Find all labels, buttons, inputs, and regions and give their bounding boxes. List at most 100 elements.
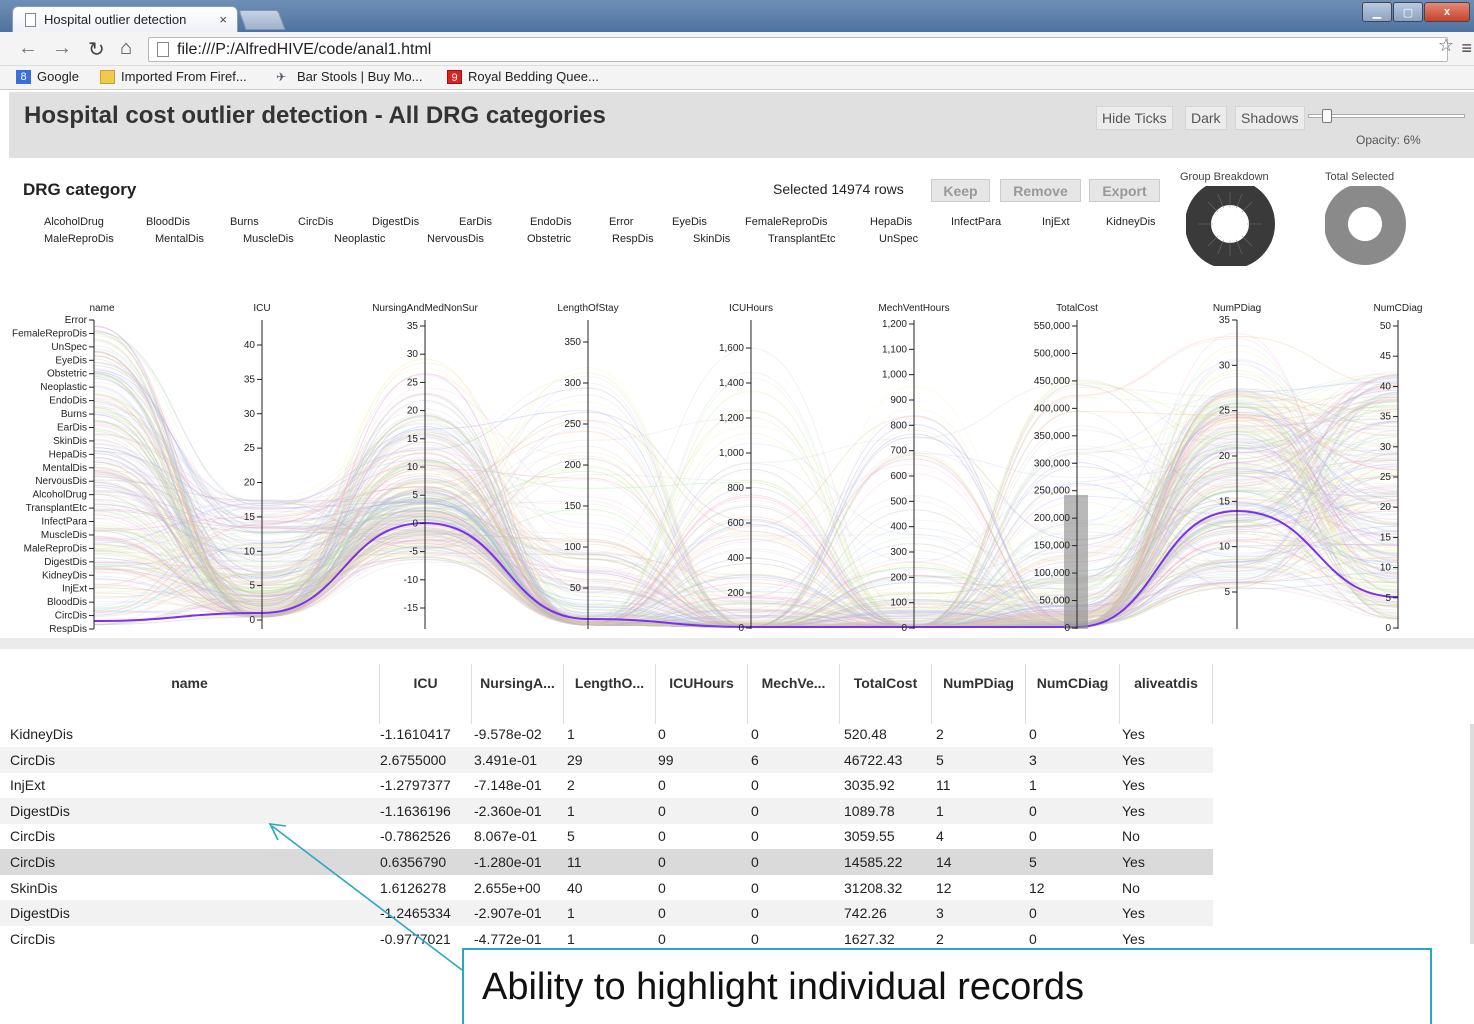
table-cell: 0 xyxy=(1029,802,1037,819)
vertical-scrollbar[interactable] xyxy=(1470,724,1474,944)
column-header-aliveatdis[interactable]: aliveatdis xyxy=(1120,664,1213,724)
browser-tab-bar: Hospital outlier detection × ▁ ▢ x xyxy=(0,0,1474,32)
category-skindis[interactable]: SkinDis xyxy=(693,233,730,245)
maximize-button[interactable]: ▢ xyxy=(1393,2,1423,22)
minimize-button[interactable]: ▁ xyxy=(1362,2,1392,22)
export-button[interactable]: Export xyxy=(1089,179,1160,202)
category-neoplastic[interactable]: Neoplastic xyxy=(334,233,385,245)
axis-title-numpdiag[interactable]: NumPDiag xyxy=(1213,303,1261,314)
category-circdis[interactable]: CircDis xyxy=(298,216,333,228)
bookmark-folder[interactable]: Imported From Firef... xyxy=(100,69,247,84)
home-icon[interactable]: ⌂ xyxy=(120,37,132,60)
column-header-icuhours[interactable]: ICUHours xyxy=(656,664,748,724)
reload-icon[interactable]: ↻ xyxy=(88,37,105,62)
bookmark-google[interactable]: 8 Google xyxy=(16,69,79,84)
hide-ticks-button[interactable]: Hide Ticks xyxy=(1096,106,1173,130)
tab-close-icon[interactable]: × xyxy=(219,12,227,27)
axis-title-name[interactable]: name xyxy=(89,303,114,314)
axis-tick-label: 400 xyxy=(890,522,907,533)
axis-tick-label: 0 xyxy=(1385,623,1391,634)
category-burns[interactable]: Burns xyxy=(230,216,259,228)
category-malereprodis[interactable]: MaleReproDis xyxy=(44,233,114,245)
axis-tick-label: 10 xyxy=(1380,563,1392,574)
dark-button[interactable]: Dark xyxy=(1185,106,1227,130)
axis-tick-label: InfectPara xyxy=(41,517,87,528)
category-alcoholdrug[interactable]: AlcoholDrug xyxy=(44,216,104,228)
axis-tick-label: 35 xyxy=(1380,412,1392,423)
table-row[interactable]: SkinDis 1.6126278 2.655e+00 40 0 0 31208.32 12 1… xyxy=(0,875,1213,901)
category-eyedis[interactable]: EyeDis xyxy=(672,216,707,228)
table-cell: 0 xyxy=(751,777,759,794)
axis-title-icuhours[interactable]: ICUHours xyxy=(729,303,773,314)
close-window-button[interactable]: x xyxy=(1424,2,1470,22)
table-row[interactable]: InjExt -1.2797377 -7.148e-01 2 0 0 3035.92 11 1 Y… xyxy=(0,772,1213,798)
table-cell: 0 xyxy=(658,879,666,896)
table-cell: 1089.78 xyxy=(844,802,895,819)
axis-title-icu[interactable]: ICU xyxy=(253,303,270,314)
table-row[interactable]: KidneyDis -1.1610417 -9.578e-02 1 0 0 520.48 2 0… xyxy=(0,721,1213,747)
remove-button[interactable]: Remove xyxy=(1000,179,1081,202)
category-blooddis[interactable]: BloodDis xyxy=(146,216,190,228)
category-injext[interactable]: InjExt xyxy=(1042,216,1070,228)
category-muscledis[interactable]: MuscleDis xyxy=(243,233,294,245)
axis-title-nursingandmednonsur[interactable]: NursingAndMedNonSur xyxy=(372,303,478,314)
column-header-numpdiag[interactable]: NumPDiag xyxy=(932,664,1026,724)
axis-tick-label: 0 xyxy=(738,623,744,634)
axis-tick-label: 50,000 xyxy=(1039,596,1070,607)
category-digestdis[interactable]: DigestDis xyxy=(372,216,419,228)
category-eardis[interactable]: EarDis xyxy=(459,216,492,228)
category-transplantetc[interactable]: TransplantEtc xyxy=(768,233,835,245)
back-icon[interactable]: ← xyxy=(18,37,38,60)
table-cell: 2 xyxy=(936,726,944,742)
table-cell: 2 xyxy=(936,930,944,947)
table-row[interactable]: CircDis -0.7862526 8.067e-01 5 0 0 3059.55 4 0 No xyxy=(0,823,1213,849)
column-header-lengtho[interactable]: LengthO... xyxy=(564,664,656,724)
bookmark-bar-stools[interactable]: ✈ Bar Stools | Buy Mo... xyxy=(276,69,422,84)
axis-tick-label: 35 xyxy=(1219,315,1231,326)
bookmark-star-icon[interactable]: ☆ xyxy=(1438,35,1454,56)
category-error[interactable]: Error xyxy=(609,216,633,228)
category-nervousdis[interactable]: NervousDis xyxy=(427,233,484,245)
table-cell: -7.148e-01 xyxy=(474,777,542,794)
column-header-nursinga[interactable]: NursingA... xyxy=(472,664,564,724)
shadows-button[interactable]: Shadows xyxy=(1235,106,1305,130)
table-cell: 742.26 xyxy=(844,905,887,922)
category-kidneydis[interactable]: KidneyDis xyxy=(1106,216,1156,228)
table-row[interactable]: CircDis 0.6356790 -1.280e-01 11 0 0 14585.22 14… xyxy=(0,849,1213,875)
axis-title-totalcost[interactable]: TotalCost xyxy=(1056,303,1098,314)
table-row[interactable]: CircDis 2.6755000 3.491e-01 29 99 6 46722.43 5 3… xyxy=(0,746,1213,773)
category-respdis[interactable]: RespDis xyxy=(612,233,654,245)
column-header-icu[interactable]: ICU xyxy=(380,664,472,724)
horizontal-scrollbar[interactable] xyxy=(0,638,1474,649)
table-cell: 40 xyxy=(567,879,583,896)
new-tab-button[interactable] xyxy=(238,10,286,30)
keep-button[interactable]: Keep xyxy=(931,179,990,202)
column-header-name[interactable]: name xyxy=(0,664,380,724)
opacity-slider-thumb[interactable] xyxy=(1322,109,1332,123)
category-hepadis[interactable]: HepaDis xyxy=(870,216,912,228)
axis-tick-label: RespDis xyxy=(49,624,87,635)
column-header-numcdiag[interactable]: NumCDiag xyxy=(1026,664,1120,724)
category-infectpara[interactable]: InfectPara xyxy=(951,216,1001,228)
category-endodis[interactable]: EndoDis xyxy=(530,216,572,228)
table-cell: 0.6356790 xyxy=(380,854,447,870)
axis-title-lengthofstay[interactable]: LengthOfStay xyxy=(557,303,618,314)
browser-tab[interactable]: Hospital outlier detection × xyxy=(12,6,238,32)
url-input[interactable]: file:///P:/AlfredHIVE/code/anal1.html xyxy=(148,37,1448,62)
category-obstetric[interactable]: Obstetric xyxy=(527,233,571,245)
column-header-totalcost[interactable]: TotalCost xyxy=(840,664,932,724)
category-unspec[interactable]: UnSpec xyxy=(879,233,918,245)
category-femalereprodis[interactable]: FemaleReproDis xyxy=(745,216,828,228)
column-header-mechve[interactable]: MechVe... xyxy=(748,664,840,724)
forward-icon[interactable]: → xyxy=(52,37,72,60)
menu-icon[interactable]: ≡ xyxy=(1461,38,1472,59)
bookmark-royal-bedding[interactable]: 9 Royal Bedding Quee... xyxy=(447,69,599,84)
parallel-coordinates-chart[interactable]: nameError FemaleReproDis UnSpec EyeDis Obste… xyxy=(0,298,1474,638)
table-row[interactable]: DigestDis -1.1636196 -2.360e-01 1 0 0 1089.78 1… xyxy=(0,797,1213,824)
axis-title-mechventhours[interactable]: MechVentHours xyxy=(878,303,949,314)
table-row[interactable]: DigestDis -1.2465334 -2.907e-01 1 0 0 742.26 3 0… xyxy=(0,900,1213,927)
axis-tick-label: 200 xyxy=(564,460,581,471)
table-cell: -4.772e-01 xyxy=(474,930,542,947)
category-mentaldis[interactable]: MentalDis xyxy=(155,233,204,245)
axis-title-numcdiag[interactable]: NumCDiag xyxy=(1374,303,1423,314)
